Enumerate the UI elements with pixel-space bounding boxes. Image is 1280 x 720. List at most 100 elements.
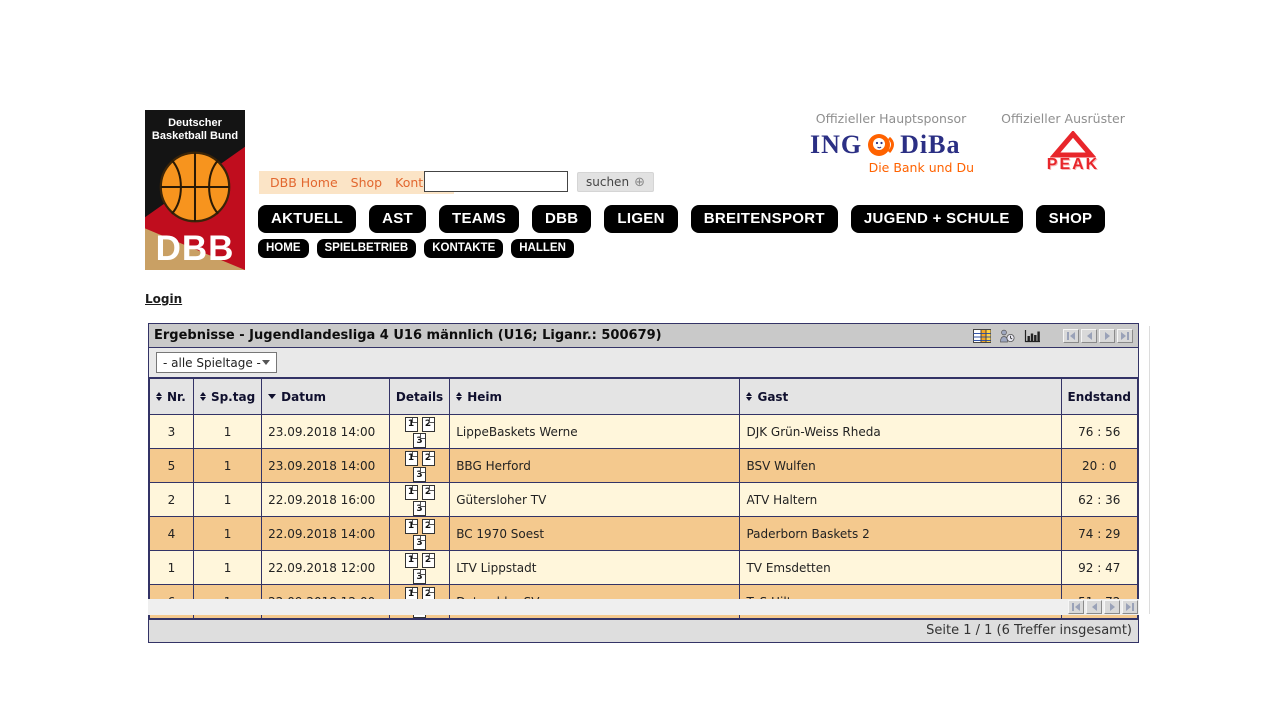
primary-nav-item[interactable]: LIGEN: [604, 205, 677, 233]
page-edge-divider: [1149, 326, 1150, 614]
sort-icon: [156, 392, 162, 401]
secondary-nav-item[interactable]: SPIELBETRIEB: [317, 239, 417, 258]
details-doc-3-icon[interactable]: 3: [413, 501, 426, 516]
secondary-nav-item[interactable]: KONTAKTE: [424, 239, 503, 258]
cell-details: 123: [389, 517, 449, 551]
details-doc-3-icon[interactable]: 3: [413, 467, 426, 482]
details-doc-1-icon[interactable]: 1: [405, 485, 418, 500]
cell-nr: 3: [150, 415, 194, 449]
peak-wordmark: PEAK: [1047, 156, 1099, 174]
primary-nav-item[interactable]: AST: [369, 205, 426, 233]
details-doc-3-icon[interactable]: 3: [413, 433, 426, 448]
title-pager: [1063, 329, 1133, 343]
primary-nav-item[interactable]: BREITENSPORT: [691, 205, 838, 233]
details-doc-1-icon[interactable]: 1: [405, 451, 418, 466]
results-footer: Seite 1 / 1 (6 Treffer insgesamt): [149, 619, 1138, 642]
cell-sptag: 1: [193, 551, 261, 585]
results-tbody: 3 1 23.09.2018 14:00 123 LippeBaskets We…: [150, 415, 1138, 619]
table-row: 4 1 22.09.2018 14:00 123 BC 1970 Soest P…: [150, 517, 1138, 551]
pager-first-button[interactable]: [1068, 600, 1084, 614]
secondary-nav-item[interactable]: HOME: [258, 239, 309, 258]
table-row: 3 1 23.09.2018 14:00 123 LippeBaskets We…: [150, 415, 1138, 449]
dbb-logo[interactable]: Deutscher Basketball Bund DBB: [145, 110, 245, 270]
details-doc-1-icon[interactable]: 1: [405, 519, 418, 534]
cell-endstand: 62 : 36: [1061, 483, 1137, 517]
cell-heim: LippeBaskets Werne: [450, 415, 740, 449]
results-table: Nr. Sp.tag Datum Details Heim Gast Endst…: [149, 378, 1138, 619]
outfitter-label: Offizieller Ausrüster: [1000, 111, 1126, 126]
col-header-heim[interactable]: Heim: [450, 379, 740, 415]
primary-nav-item[interactable]: AKTUELL: [258, 205, 356, 233]
pager-prev-button[interactable]: [1081, 329, 1097, 343]
details-doc-2-icon[interactable]: 2: [422, 553, 435, 568]
cell-details: 123: [389, 415, 449, 449]
ing-diba-logo[interactable]: ING DiBa: [810, 130, 978, 160]
primary-nav-item[interactable]: JUGEND + SCHULE: [851, 205, 1023, 233]
cell-nr: 2: [150, 483, 194, 517]
logo-association-name: Deutscher Basketball Bund: [145, 117, 245, 143]
sort-desc-icon: [268, 394, 276, 399]
details-doc-2-icon[interactable]: 2: [422, 417, 435, 432]
cell-details: 123: [389, 449, 449, 483]
cell-datum: 23.09.2018 14:00: [262, 449, 390, 483]
col-header-nr[interactable]: Nr.: [150, 379, 194, 415]
search-input[interactable]: [424, 171, 568, 192]
panel-title-bar: Ergebnisse - Jugendlandesliga 4 U16 männ…: [149, 324, 1138, 348]
search-button[interactable]: suchen ⊕: [577, 172, 654, 192]
col-header-sptag[interactable]: Sp.tag: [193, 379, 261, 415]
details-doc-3-icon[interactable]: 3: [413, 569, 426, 584]
spieltag-select-value: - alle Spieltage -: [163, 356, 261, 370]
search-plus-icon: ⊕: [634, 176, 645, 189]
cell-endstand: 76 : 56: [1061, 415, 1137, 449]
cell-sptag: 1: [193, 415, 261, 449]
details-doc-1-icon[interactable]: 1: [405, 553, 418, 568]
col-header-gast[interactable]: Gast: [740, 379, 1061, 415]
logo-acronym: DBB: [145, 229, 245, 269]
cell-gast: BSV Wulfen: [740, 449, 1061, 483]
table-view-icon[interactable]: [972, 328, 992, 344]
cell-endstand: 20 : 0: [1061, 449, 1137, 483]
cell-datum: 22.09.2018 14:00: [262, 517, 390, 551]
secondary-nav-item[interactable]: HALLEN: [511, 239, 574, 258]
ing-tagline: Die Bank und Du: [852, 160, 974, 175]
sort-icon: [200, 392, 206, 401]
col-header-details: Details: [389, 379, 449, 415]
cell-gast: TV Emsdetten: [740, 551, 1061, 585]
details-doc-2-icon[interactable]: 2: [422, 451, 435, 466]
spieltag-select[interactable]: - alle Spieltage -: [156, 352, 277, 373]
details-doc-2-icon[interactable]: 2: [422, 519, 435, 534]
details-doc-1-icon[interactable]: 1: [405, 417, 418, 432]
cell-nr: 5: [150, 449, 194, 483]
pager-first-button[interactable]: [1063, 329, 1079, 343]
basketball-icon: [158, 150, 232, 224]
pager-last-button[interactable]: [1122, 600, 1138, 614]
search-button-label: suchen: [586, 175, 629, 189]
peak-logo[interactable]: PEAK: [1030, 131, 1116, 174]
cell-datum: 22.09.2018 16:00: [262, 483, 390, 517]
person-schedule-icon[interactable]: [997, 328, 1017, 344]
quicklink[interactable]: DBB Home: [270, 175, 338, 190]
pager-next-button[interactable]: [1104, 600, 1120, 614]
col-header-datum[interactable]: Datum: [262, 379, 390, 415]
details-doc-3-icon[interactable]: 3: [413, 535, 426, 550]
cell-heim: LTV Lippstadt: [450, 551, 740, 585]
primary-nav-item[interactable]: DBB: [532, 205, 591, 233]
cell-heim: Gütersloher TV: [450, 483, 740, 517]
pager-next-button[interactable]: [1099, 329, 1115, 343]
cell-endstand: 74 : 29: [1061, 517, 1137, 551]
sort-icon: [746, 392, 752, 401]
pager-prev-button[interactable]: [1086, 600, 1102, 614]
primary-nav: AKTUELL AST TEAMS DBB LIGEN BREITENSPORT JUGEN…: [258, 205, 1105, 233]
login-link[interactable]: Login: [145, 292, 182, 306]
quicklink[interactable]: Shop: [351, 175, 382, 190]
primary-nav-item[interactable]: SHOP: [1036, 205, 1106, 233]
results-panel: Ergebnisse - Jugendlandesliga 4 U16 männ…: [148, 323, 1139, 643]
primary-nav-item[interactable]: TEAMS: [439, 205, 519, 233]
details-doc-2-icon[interactable]: 2: [422, 485, 435, 500]
ing-wordmark-right: DiBa: [900, 130, 960, 160]
cell-heim: BC 1970 Soest: [450, 517, 740, 551]
stats-chart-icon[interactable]: [1022, 328, 1042, 344]
cell-gast: DJK Grün-Weiss Rheda: [740, 415, 1061, 449]
cell-endstand: 92 : 47: [1061, 551, 1137, 585]
pager-last-button[interactable]: [1117, 329, 1133, 343]
